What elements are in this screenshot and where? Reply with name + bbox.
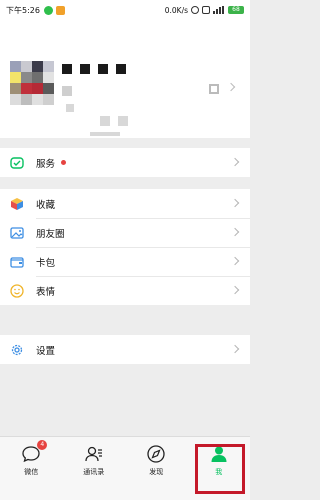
menu-label: 设置: [36, 345, 56, 357]
chevron-right-icon: [230, 157, 240, 167]
alarm-icon: [191, 6, 199, 14]
new-dot-badge: [61, 160, 67, 165]
status-redacted-3: [118, 116, 128, 126]
avatar[interactable]: [10, 61, 54, 105]
menu-group-services: 服务: [0, 148, 250, 177]
menu-label: 收藏: [36, 199, 56, 211]
status-redacted-2: [100, 116, 110, 126]
highlight-annotation-box: [195, 444, 245, 494]
contacts-icon: [83, 443, 105, 465]
chevron-right-icon: [230, 285, 240, 295]
qr-code-icon[interactable]: [209, 84, 219, 94]
battery-indicator: 68: [228, 6, 244, 14]
gear-icon: [10, 343, 24, 357]
menu-item-favorites[interactable]: 收藏: [0, 189, 250, 218]
wechat-notification-icon: [43, 5, 53, 15]
menu-item-stickers[interactable]: 表情: [0, 276, 250, 305]
services-icon: [10, 156, 24, 170]
tab-label: 微信: [24, 468, 39, 476]
nickname-redacted: [62, 64, 126, 74]
chevron-right-icon: [230, 227, 240, 237]
menu-item-moments[interactable]: 朋友圈: [0, 218, 250, 247]
chat-bubble-icon: 4: [20, 440, 48, 465]
chevron-right-icon: [230, 344, 240, 354]
chevron-right-icon: [230, 198, 240, 208]
tab-chats[interactable]: 4 微信: [0, 437, 63, 500]
favorites-cube-icon: [10, 197, 24, 211]
menu-group-settings: 设置: [0, 335, 250, 364]
network-speed: 0.0K/s: [164, 5, 188, 15]
moments-photo-icon: [10, 226, 24, 240]
signal-icon: [213, 6, 225, 14]
menu-group-main: 收藏 朋友圈 卡包 表情: [0, 189, 250, 305]
menu-item-cards[interactable]: 卡包: [0, 247, 250, 276]
smiley-icon: [10, 283, 24, 298]
profile-header[interactable]: [0, 20, 250, 138]
chevron-right-icon: [226, 82, 236, 92]
status-redacted: [66, 104, 74, 112]
status-redacted-4: [90, 132, 120, 136]
status-bar: 下午5:26 0.0K/s 68: [0, 0, 250, 20]
unread-badge: 4: [37, 440, 48, 450]
status-time: 下午5:26: [6, 5, 40, 15]
chevron-right-icon: [230, 256, 240, 266]
tab-label: 发现: [149, 468, 164, 476]
menu-label: 表情: [36, 286, 56, 298]
status-right: 0.0K/s 68: [165, 6, 244, 15]
app-notification-icon: [55, 5, 65, 15]
wifi-icon: [202, 6, 210, 14]
card-wallet-icon: [10, 255, 24, 269]
menu-label: 服务: [36, 158, 56, 170]
menu-item-settings[interactable]: 设置: [0, 335, 250, 364]
wechat-id-redacted: [62, 86, 72, 96]
menu-label: 朋友圈: [36, 228, 65, 240]
tab-label: 通讯录: [83, 468, 105, 476]
tab-discover[interactable]: 发现: [125, 437, 188, 500]
tab-contacts[interactable]: 通讯录: [63, 437, 126, 500]
menu-label: 卡包: [36, 257, 56, 269]
menu-item-services[interactable]: 服务: [0, 148, 250, 177]
compass-icon: [145, 443, 167, 465]
